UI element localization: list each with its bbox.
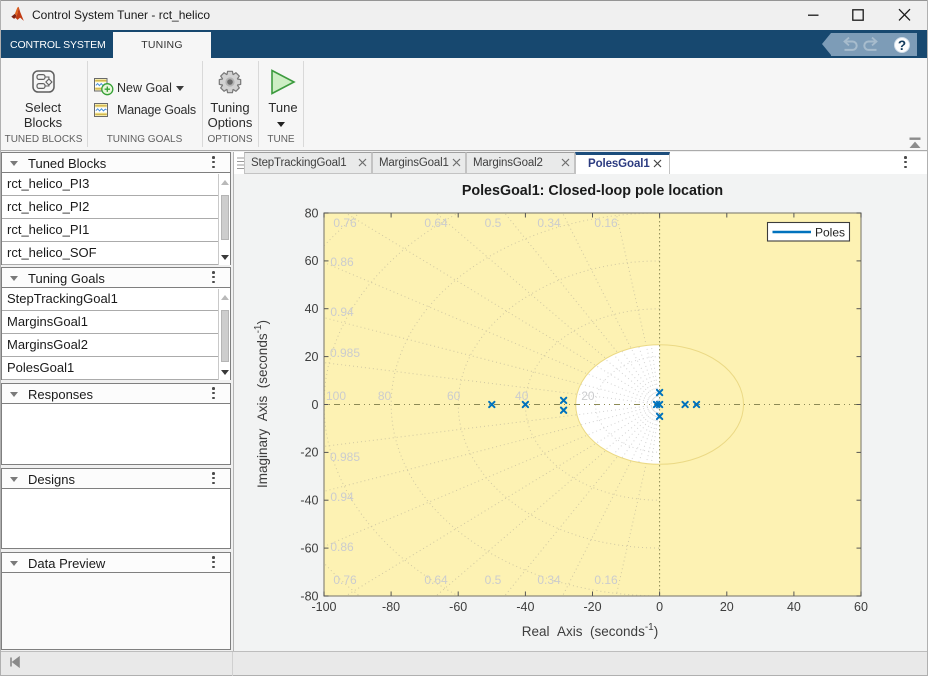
svg-text:0.76: 0.76 xyxy=(333,573,357,587)
svg-text:?: ? xyxy=(898,38,906,53)
svg-text:0.16: 0.16 xyxy=(594,573,618,587)
svg-text:0.94: 0.94 xyxy=(330,305,354,319)
svg-text:0.64: 0.64 xyxy=(424,216,448,230)
svg-text:40: 40 xyxy=(787,600,801,614)
svg-text:0.64: 0.64 xyxy=(424,573,448,587)
svg-text:Poles: Poles xyxy=(815,226,845,240)
svg-text:40: 40 xyxy=(515,389,529,403)
svg-text:-20: -20 xyxy=(300,446,318,460)
svg-text:0.76: 0.76 xyxy=(333,216,357,230)
svg-text:0.5: 0.5 xyxy=(485,216,502,230)
svg-text:-80: -80 xyxy=(300,589,318,603)
svg-text:0: 0 xyxy=(312,398,319,412)
svg-text:20: 20 xyxy=(720,600,734,614)
svg-text:-20: -20 xyxy=(583,600,601,614)
svg-text:80: 80 xyxy=(305,206,319,220)
svg-text:-60: -60 xyxy=(449,600,467,614)
svg-text:80: 80 xyxy=(378,389,392,403)
svg-text:0.94: 0.94 xyxy=(330,490,354,504)
svg-text:0.34: 0.34 xyxy=(537,573,561,587)
svg-text:-80: -80 xyxy=(382,600,400,614)
svg-text:60: 60 xyxy=(305,254,319,268)
svg-text:0.16: 0.16 xyxy=(594,216,618,230)
svg-text:0.5: 0.5 xyxy=(485,573,502,587)
svg-text:Real Axis (seconds-1): Real Axis (seconds-1) xyxy=(522,622,658,639)
svg-text:0.985: 0.985 xyxy=(330,346,360,360)
svg-text:0.86: 0.86 xyxy=(330,255,354,269)
svg-text:0.985: 0.985 xyxy=(330,450,360,464)
svg-text:60: 60 xyxy=(854,600,868,614)
svg-text:100: 100 xyxy=(326,389,346,403)
svg-text:0.34: 0.34 xyxy=(537,216,561,230)
svg-text:Imaginary Axis (seconds-1): Imaginary Axis (seconds-1) xyxy=(253,320,270,488)
svg-text:20: 20 xyxy=(581,389,595,403)
svg-text:0: 0 xyxy=(656,600,663,614)
svg-text:0.86: 0.86 xyxy=(330,540,354,554)
svg-text:40: 40 xyxy=(305,302,319,316)
svg-text:-60: -60 xyxy=(300,541,318,555)
svg-text:PolesGoal1: Closed-loop pole l: PolesGoal1: Closed-loop pole location xyxy=(462,183,723,199)
svg-text:20: 20 xyxy=(305,350,319,364)
svg-text:-40: -40 xyxy=(516,600,534,614)
svg-text:-40: -40 xyxy=(300,494,318,508)
svg-text:60: 60 xyxy=(447,389,461,403)
